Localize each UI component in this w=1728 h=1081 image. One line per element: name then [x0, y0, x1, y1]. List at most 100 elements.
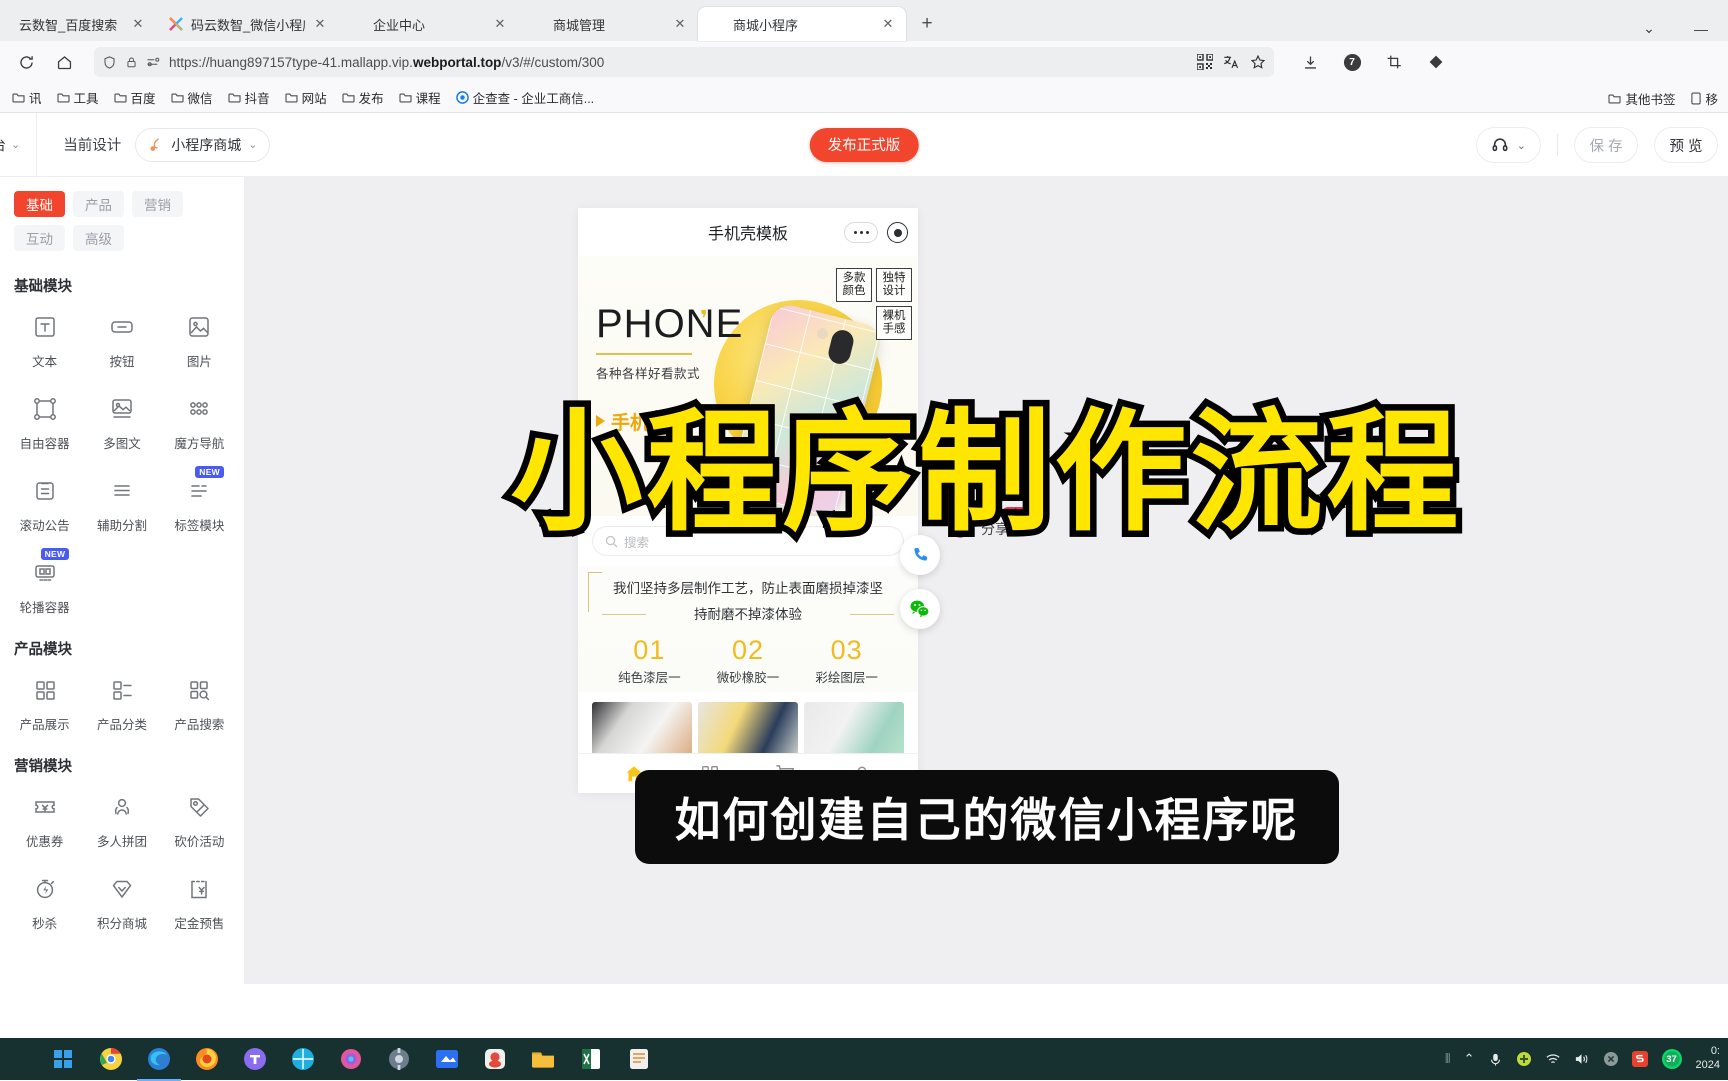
bookmark-item[interactable]: 讯 — [6, 85, 48, 110]
bookmark-item[interactable]: 企查查 - 企业工商信... — [450, 85, 601, 110]
more-dots-icon[interactable] — [844, 222, 878, 243]
browser-tab[interactable]: 云数智_百度搜索 ✕ — [0, 7, 156, 41]
module-image[interactable]: 图片 — [161, 308, 238, 374]
bookmark-item[interactable]: 微信 — [165, 85, 219, 110]
module-multi-image-text[interactable]: 多图文 — [83, 390, 160, 456]
category-tab-advanced[interactable]: 高级 — [73, 225, 124, 251]
module-presale[interactable]: 定金预售 — [161, 870, 238, 936]
taskbar-settings-icon[interactable] — [386, 1046, 412, 1072]
wechat-fab[interactable] — [900, 589, 940, 629]
category-tab-marketing[interactable]: 营销 — [132, 191, 183, 217]
home-icon[interactable] — [50, 48, 78, 76]
workspace-selector[interactable]: 台 ⌄ — [0, 113, 37, 177]
thumbnail-item[interactable] — [592, 702, 692, 758]
bookmark-item[interactable]: 抖音 — [222, 85, 276, 110]
tab-close-icon[interactable]: ✕ — [312, 16, 328, 32]
screenshot-icon[interactable] — [1380, 48, 1408, 76]
tab-close-icon[interactable]: ✕ — [492, 16, 508, 32]
plus-green-icon[interactable] — [1516, 1051, 1532, 1067]
preview-button[interactable]: 预 览 — [1654, 127, 1718, 163]
module-flash-sale[interactable]: 秒杀 — [6, 870, 83, 936]
bookmark-item[interactable]: 发布 — [336, 85, 390, 110]
module-product-grid[interactable]: 产品展示 — [6, 671, 83, 737]
bookmark-item[interactable]: 网站 — [279, 85, 333, 110]
wifi-icon[interactable] — [1545, 1052, 1561, 1066]
category-tab-interactive[interactable]: 互动 — [14, 225, 65, 251]
publish-button[interactable]: 发布正式版 — [810, 128, 919, 162]
module-free-container[interactable]: 自由容器 — [6, 390, 83, 456]
bookmark-item[interactable]: 百度 — [108, 85, 162, 110]
downloads-icon[interactable] — [1296, 48, 1324, 76]
tab-close-icon[interactable]: ✕ — [672, 16, 688, 32]
volume-icon[interactable] — [1574, 1052, 1590, 1066]
design-selector[interactable]: 小程序商城 ⌄ — [135, 128, 270, 162]
taskbar-explorer-icon[interactable] — [530, 1046, 556, 1072]
taskbar-excel-icon[interactable] — [578, 1046, 604, 1072]
extension-icon[interactable] — [1422, 48, 1450, 76]
new-tab-button[interactable]: + — [912, 9, 942, 39]
chevron-up-icon[interactable]: ⌃ — [1464, 1051, 1475, 1067]
tab-close-icon[interactable]: ✕ — [130, 16, 146, 32]
module-points-mall[interactable]: 积分商城 — [83, 870, 160, 936]
module-product-category[interactable]: 产品分类 — [83, 671, 160, 737]
browser-tab[interactable]: 商城管理 ✕ — [518, 7, 698, 41]
taskbar-browser-icon[interactable] — [290, 1046, 316, 1072]
browser-tab-active[interactable]: 商城小程序 ✕ — [698, 7, 906, 41]
microphone-icon[interactable] — [1488, 1052, 1503, 1067]
product-thumbnails[interactable] — [578, 692, 918, 758]
sogou-icon[interactable] — [1632, 1051, 1648, 1067]
thumbnail-item[interactable] — [804, 702, 904, 758]
close-circle-icon[interactable] — [887, 222, 908, 243]
bookmark-star-icon[interactable] — [1250, 54, 1266, 70]
module-divider[interactable]: 辅助分割 — [83, 472, 160, 538]
module-product-search[interactable]: 产品搜索 — [161, 671, 238, 737]
taskbar-note-icon[interactable] — [626, 1046, 652, 1072]
close-circle-icon[interactable] — [1603, 1051, 1619, 1067]
module-text[interactable]: 文本 — [6, 308, 83, 374]
download-count-badge[interactable]: 7 — [1338, 48, 1366, 76]
feature-module[interactable]: 我们坚持多层制作工艺，防止表面磨损掉漆坚 持耐磨不掉漆体验 01 纯色漆层一 0… — [578, 566, 918, 692]
module-notice[interactable]: 滚动公告 — [6, 472, 83, 538]
module-tag[interactable]: NEW 标签模块 — [161, 472, 238, 538]
bookmark-item[interactable]: 课程 — [393, 85, 447, 110]
module-coupon[interactable]: 优惠券 — [6, 788, 83, 854]
feature-label: 纯色漆层一 — [601, 670, 697, 688]
module-button[interactable]: 按钮 — [83, 308, 160, 374]
module-cube-nav[interactable]: 魔方导航 — [161, 390, 238, 456]
module-label: 产品分类 — [97, 714, 147, 733]
category-tab-product[interactable]: 产品 — [73, 191, 124, 217]
taskbar-teams-icon[interactable] — [242, 1046, 268, 1072]
taskbar-photos-icon[interactable] — [338, 1046, 364, 1072]
taskbar-editor-icon[interactable] — [434, 1046, 460, 1072]
permissions-icon[interactable] — [146, 56, 161, 68]
qrcode-icon[interactable] — [1197, 54, 1213, 70]
bookmark-item[interactable]: 工具 — [51, 85, 105, 110]
module-bargain[interactable]: 砍价活动 — [161, 788, 238, 854]
taskbar-edge-icon[interactable] — [146, 1046, 172, 1072]
app-header: 台 ⌄ 当前设计 小程序商城 ⌄ 发布正式版 — [0, 113, 1728, 177]
save-button[interactable]: 保 存 — [1574, 127, 1638, 163]
browser-tab[interactable]: 码云数智_微信小程序制作平台_ ✕ — [156, 7, 338, 41]
taskbar-wechat-app-icon[interactable] — [482, 1046, 508, 1072]
tab-close-icon[interactable]: ✕ — [880, 16, 896, 32]
windows-taskbar: ⦀ ⌃ 37 0: 2024 — [0, 1038, 1728, 1080]
taskbar-clock[interactable]: 0: 2024 — [1696, 1045, 1720, 1073]
module-label: 自由容器 — [20, 433, 70, 452]
category-tab-basic[interactable]: 基础 — [14, 191, 65, 217]
reload-icon[interactable] — [12, 48, 40, 76]
thumbnail-item[interactable] — [698, 702, 798, 758]
translate-icon[interactable] — [1223, 54, 1240, 70]
mobile-bookmarks-item[interactable]: 移 — [1685, 86, 1724, 111]
taskbar-windows-icon[interactable] — [50, 1046, 76, 1072]
support-selector[interactable]: ⌄ — [1476, 127, 1541, 163]
minimize-icon[interactable]: — — [1688, 21, 1714, 37]
taskbar-chrome-icon[interactable] — [98, 1046, 124, 1072]
counter-icon[interactable]: 37 — [1661, 1048, 1683, 1070]
other-bookmarks-item[interactable]: 其他书签 — [1602, 86, 1681, 111]
tab-list-chevron-down-icon[interactable]: ⌄ — [1636, 20, 1662, 37]
module-carousel[interactable]: NEW 轮播容器 — [6, 554, 83, 620]
browser-tab[interactable]: 企业中心 ✕ — [338, 7, 518, 41]
taskbar-firefox-icon[interactable] — [194, 1046, 220, 1072]
address-bar[interactable]: https://huang897157type-41.mallapp.vip.w… — [94, 47, 1274, 77]
module-group-buy[interactable]: 多人拼团 — [83, 788, 160, 854]
